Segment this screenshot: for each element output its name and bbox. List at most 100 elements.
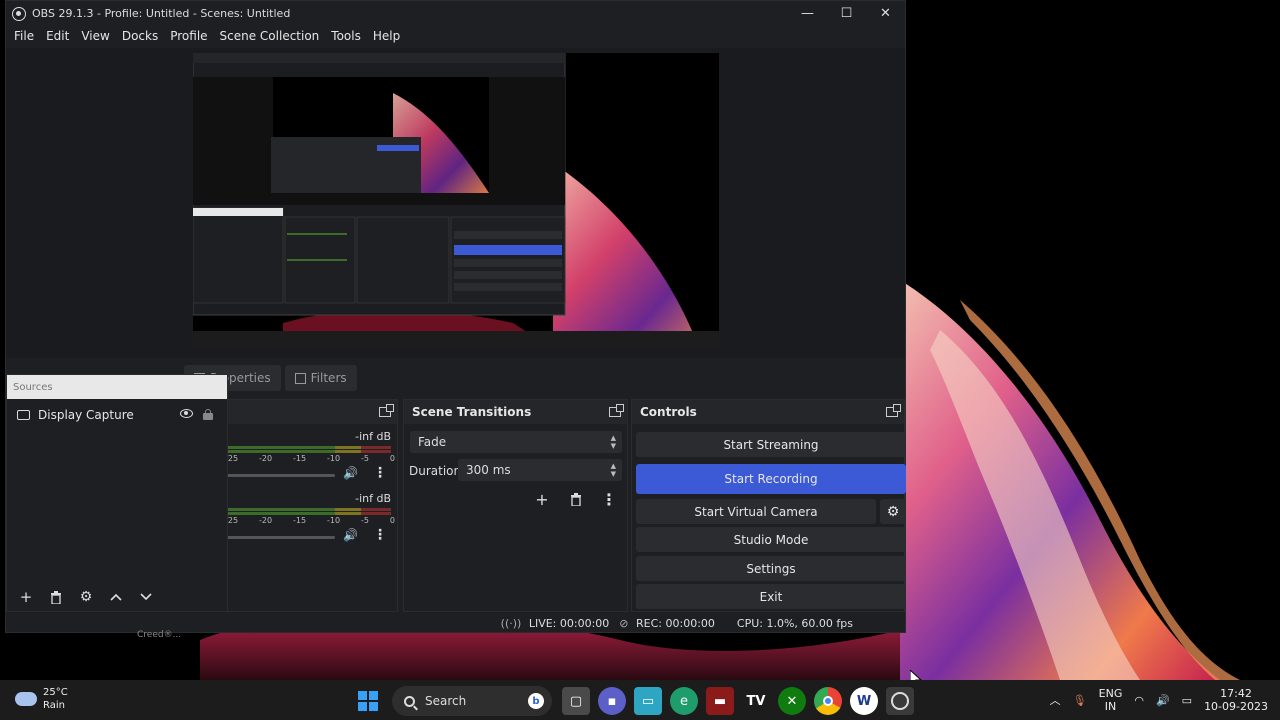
more-options-icon[interactable]: ⋮ — [373, 527, 387, 543]
menu-edit[interactable]: Edit — [40, 29, 75, 43]
system-tray: ︿ 🎙 ENG IN ◠ 🔊 ▭ 17:42 10-09-2023 — [1044, 680, 1280, 720]
controls-header: Controls — [632, 400, 904, 424]
volume-icon[interactable]: 🔊 — [1156, 694, 1170, 707]
sources-dock-title[interactable]: Sources — [7, 375, 227, 399]
trash-icon — [51, 590, 61, 604]
rain-cloud-icon — [15, 692, 37, 706]
title-bar[interactable]: OBS 29.1.3 - Profile: Untitled - Scenes:… — [6, 1, 905, 26]
wifi-icon[interactable]: ◠ — [1134, 694, 1144, 707]
menu-scene-collection[interactable]: Scene Collection — [214, 29, 326, 43]
controls-dock: Controls Start Streaming Start Recording… — [631, 399, 906, 612]
window-title: OBS 29.1.3 - Profile: Untitled - Scenes:… — [32, 7, 291, 20]
chevron-updown-icon: ▲ ▼ — [610, 434, 616, 450]
speaker-icon[interactable]: 🔊 — [343, 528, 358, 542]
meter-scale: -25 -20 -15 -10 -5 0 — [225, 516, 395, 525]
studio-mode-button[interactable]: Studio Mode — [636, 527, 906, 552]
remote-desktop-icon[interactable]: ▭ — [634, 687, 662, 715]
close-button[interactable]: ✕ — [866, 1, 905, 26]
filter-icon — [294, 372, 306, 384]
volume-slider[interactable] — [225, 474, 335, 477]
language-indicator[interactable]: ENG IN — [1099, 687, 1123, 713]
monitor-icon — [17, 410, 30, 420]
lock-icon[interactable] — [203, 409, 213, 420]
remove-transition-button[interactable] — [564, 488, 588, 510]
spin-arrows-icon: ▲ ▼ — [610, 462, 616, 478]
undock-icon[interactable] — [379, 404, 394, 417]
microphone-icon[interactable]: 🎙 — [1073, 694, 1087, 707]
settings-button[interactable]: Settings — [636, 556, 906, 581]
menu-bar: File Edit View Docks Profile Scene Colle… — [6, 26, 905, 46]
start-streaming-button[interactable]: Start Streaming — [636, 432, 906, 457]
remove-source-button[interactable] — [41, 586, 71, 608]
task-view-icon[interactable]: ▢ — [562, 687, 590, 715]
db-level: -inf dB — [355, 492, 391, 505]
xbox-icon[interactable]: ✕ — [778, 687, 806, 715]
record-off-icon: ⊘ — [619, 616, 629, 630]
volume-meter — [225, 446, 391, 454]
chevron-down-icon — [140, 593, 152, 601]
add-source-button[interactable]: + — [11, 586, 41, 608]
battery-icon[interactable]: ▭ — [1182, 694, 1192, 707]
start-button[interactable] — [354, 687, 382, 715]
add-transition-button[interactable]: + — [530, 488, 554, 510]
menu-help[interactable]: Help — [367, 29, 406, 43]
speaker-icon[interactable]: 🔊 — [343, 466, 358, 480]
windows-logo-icon — [358, 691, 378, 711]
start-virtual-camera-button[interactable]: Start Virtual Camera — [636, 499, 876, 524]
audio-mixer-dock: -inf dB -25 -20 -15 -10 -5 0 🔊 ⋮ -inf dB -25-… — [222, 399, 398, 612]
tradingview-icon[interactable]: TV — [742, 687, 770, 715]
word-icon[interactable]: W — [850, 687, 878, 715]
virtual-camera-settings-button[interactable]: ⚙ — [880, 499, 906, 524]
desktop-icon-label[interactable]: Creed®... — [137, 630, 181, 640]
minimize-button[interactable]: — — [788, 1, 827, 26]
scene-transitions-header: Scene Transitions — [404, 400, 627, 424]
menu-profile[interactable]: Profile — [164, 29, 213, 43]
sources-toolbar: + ⚙ — [11, 586, 161, 608]
audio-mixer-header — [223, 400, 397, 424]
taskbar: 25°C Rain Search b ▢ ▪ ▭ e ▬ TV ✕ W ︿ 🎙 … — [0, 680, 1280, 720]
obs-taskbar-icon[interactable] — [886, 687, 914, 715]
volume-meter — [225, 508, 391, 516]
chevron-up-icon[interactable]: ︿ — [1050, 694, 1061, 707]
gear-icon: ⚙ — [886, 503, 900, 520]
teams-chat-icon[interactable]: ▪ — [598, 687, 626, 715]
edge-browser-icon[interactable]: e — [670, 687, 698, 715]
undock-icon[interactable] — [886, 404, 901, 417]
weather-desc: Rain — [43, 700, 65, 711]
source-item[interactable]: Display Capture — [7, 405, 227, 425]
db-level: -inf dB — [355, 430, 391, 443]
obs-logo-icon — [12, 6, 26, 21]
weather-widget[interactable]: 25°C Rain — [15, 686, 68, 712]
more-options-icon[interactable]: ⋮ — [373, 465, 387, 481]
eye-icon[interactable] — [180, 409, 193, 418]
preview-area — [6, 48, 905, 358]
tab-filters[interactable]: Filters — [284, 365, 357, 391]
undock-icon[interactable] — [609, 404, 624, 417]
trash-icon — [571, 492, 581, 506]
duration-label: Duration — [409, 464, 462, 478]
meter-scale: -25 -20 -15 -10 -5 0 — [225, 454, 395, 463]
move-up-button[interactable] — [101, 586, 131, 608]
transition-properties-button[interactable]: ⋮ — [597, 488, 621, 510]
source-properties-button[interactable]: ⚙ — [71, 586, 101, 608]
taskbar-apps: Search b ▢ ▪ ▭ e ▬ TV ✕ W — [350, 686, 918, 716]
chrome-icon[interactable] — [814, 687, 842, 715]
maximize-button[interactable]: ☐ — [827, 1, 866, 26]
taskbar-search[interactable]: Search b — [392, 686, 552, 716]
bing-icon: b — [528, 693, 544, 709]
move-down-button[interactable] — [131, 586, 161, 608]
volume-slider[interactable] — [225, 536, 335, 539]
rec-status: ⊘ REC: 00:00:00 — [619, 616, 715, 630]
exit-button[interactable]: Exit — [636, 584, 906, 609]
cpu-status: CPU: 1.0%, 60.00 fps — [736, 616, 853, 630]
start-recording-button[interactable]: Start Recording — [636, 464, 906, 494]
transition-select[interactable]: Fade ▲ ▼ — [410, 431, 622, 453]
duration-spinbox[interactable]: 300 ms ▲ ▼ — [458, 459, 622, 481]
menu-tools[interactable]: Tools — [325, 29, 367, 43]
menu-docks[interactable]: Docks — [116, 29, 164, 43]
menu-file[interactable]: File — [8, 29, 40, 43]
game-app-icon[interactable]: ▬ — [706, 687, 734, 715]
menu-view[interactable]: View — [75, 29, 115, 43]
preview-canvas[interactable] — [193, 53, 719, 349]
clock[interactable]: 17:42 10-09-2023 — [1204, 687, 1268, 713]
